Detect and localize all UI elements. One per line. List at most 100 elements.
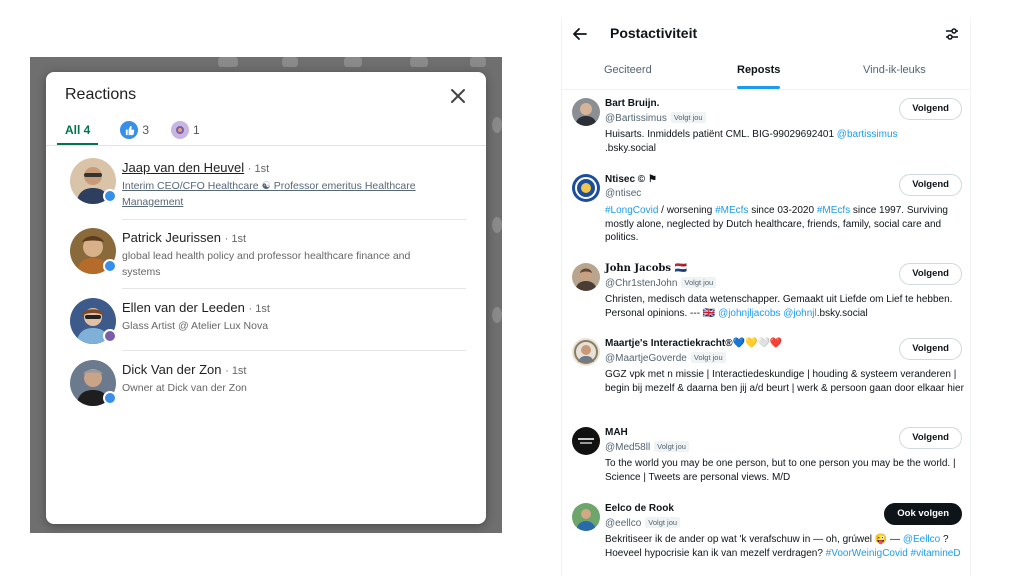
avatar[interactable]	[572, 174, 600, 202]
person-name-text: Jaap van den Heuvel	[122, 160, 245, 175]
user-cell[interactable]: Bart Bruijn. @Bartissimus Volgt jou Huisa…	[562, 98, 970, 158]
user-bio: GGZ vpk met n missie | Interactiedeskund…	[605, 369, 964, 394]
following-button[interactable]: Volgend	[899, 98, 962, 120]
bio-link[interactable]: @Eellco	[903, 534, 940, 545]
avatar[interactable]	[572, 338, 600, 366]
follow-back-button[interactable]: Ook volgen	[884, 503, 962, 525]
connection-degree: · 1st	[225, 365, 247, 377]
bio-link[interactable]: @johnjljacobs @johnjl	[718, 308, 817, 319]
follows-you-badge: Volgt jou	[690, 352, 726, 363]
person-name-text: Ellen van der Leeden	[122, 300, 245, 315]
nav-icon-ghost	[282, 57, 298, 67]
follows-you-badge: Volgt jou	[681, 277, 717, 288]
tab-quoted[interactable]: Geciteerd	[604, 64, 652, 76]
user-name[interactable]: Ntisec © ⚑	[605, 174, 657, 185]
list-item[interactable]: Ellen van der Leeden · 1st Glass Artist …	[70, 298, 466, 348]
person-headline[interactable]: Interim CEO/CFO Healthcare ☯ Professor e…	[122, 178, 442, 210]
side-avatar-ghost	[492, 307, 502, 323]
row-divider	[122, 219, 466, 220]
nav-icon-ghost	[218, 57, 238, 67]
user-handle: @ntisec	[605, 188, 642, 199]
follows-you-badge: Volgt jou	[645, 517, 681, 528]
bio-text: .bsky.social	[605, 142, 656, 154]
like-badge-icon	[103, 391, 117, 405]
hashtag-link[interactable]: #MEcfs	[817, 205, 850, 216]
avatar[interactable]	[572, 98, 600, 126]
user-cell[interactable]: Maartje's Interactiekracht®💙💛🤍❤️ @Maartj…	[562, 338, 970, 418]
bio-link[interactable]: @bartissimus	[837, 129, 898, 140]
back-arrow-icon[interactable]	[572, 26, 588, 42]
reactions-modal: Reactions All 4 3 1 Jaap van den Heuvel …	[46, 72, 486, 524]
activity-tabs: Geciteerd Reposts Vind-ik-leuks	[562, 58, 970, 90]
user-bio: Christen, medisch data wetenschapper. Ge…	[605, 293, 965, 320]
celebrate-badge-icon	[103, 329, 117, 343]
hashtag-link[interactable]: #MEcfs	[715, 205, 748, 216]
list-item[interactable]: Dick Van der Zon · 1st Owner at Dick van…	[70, 360, 466, 410]
user-cell[interactable]: MAH @Med58ll Volgt jou To the world you m…	[562, 427, 970, 493]
user-name[interactable]: MAH	[605, 427, 628, 438]
user-bio: Bekritiseer ik de ander op wat 'k verafs…	[605, 533, 965, 560]
tab-celebrate[interactable]: 1	[171, 116, 200, 144]
close-icon[interactable]	[448, 86, 468, 106]
avatar[interactable]	[572, 427, 600, 455]
tab-reposts[interactable]: Reposts	[737, 64, 781, 89]
user-name[interactable]: John Jacobs 🇳🇱	[605, 263, 687, 274]
follows-you-badge: Volgt jou	[670, 112, 706, 123]
settings-sliders-icon[interactable]	[944, 26, 960, 42]
post-activity-panel: Postactiviteit Geciteerd Reposts Vind-ik…	[561, 18, 971, 576]
tab-like-count: 3	[142, 123, 150, 137]
follows-you-badge: Volgt jou	[654, 441, 689, 452]
user-handle: @eellco Volgt jou	[605, 517, 681, 529]
user-cell[interactable]: Eelco de Rook @eellco Volgt jou Bekritise…	[562, 503, 970, 576]
user-handle: @Chr1stenJohn Volgt jou	[605, 277, 717, 289]
following-button[interactable]: Volgend	[899, 174, 962, 196]
avatar[interactable]	[572, 263, 600, 291]
user-handle-text: @MaartjeGoverde	[605, 353, 687, 364]
person-name[interactable]: Patrick Jeurissen · 1st	[122, 230, 246, 245]
tab-like[interactable]: 3	[120, 116, 149, 144]
tab-all-label: All 4	[65, 123, 91, 137]
user-bio: To the world you may be one person, but …	[605, 458, 956, 483]
reaction-tabs: All 4 3 1	[57, 116, 222, 145]
tab-celebrate-count: 1	[193, 123, 200, 137]
avatar[interactable]	[572, 503, 600, 531]
tabs-divider	[46, 145, 486, 146]
following-button[interactable]: Volgend	[899, 338, 962, 360]
user-handle: @Bartissimus Volgt jou	[605, 112, 706, 124]
page-title: Postactiviteit	[610, 25, 698, 41]
user-cell[interactable]: John Jacobs 🇳🇱 @Chr1stenJohn Volgt jou Ch…	[562, 263, 970, 329]
list-item[interactable]: Jaap van den Heuvel · 1st Interim CEO/CF…	[70, 158, 466, 214]
user-bio: Huisarts. Inmiddels patiënt CML. BIG-990…	[605, 128, 965, 155]
person-name-text: Dick Van der Zon	[122, 362, 222, 377]
nav-icon-ghost	[470, 57, 486, 67]
person-name[interactable]: Ellen van der Leeden · 1st	[122, 300, 270, 315]
like-icon	[120, 121, 139, 139]
side-avatar-ghost	[492, 217, 502, 233]
user-name[interactable]: Eelco de Rook	[605, 503, 674, 514]
following-button[interactable]: Volgend	[899, 427, 962, 449]
user-name[interactable]: Maartje's Interactiekracht®💙💛🤍❤️	[605, 338, 782, 349]
tab-all[interactable]: All 4	[57, 116, 99, 145]
celebrate-icon	[171, 121, 190, 139]
user-bio: #LongCovid / worsening #MEcfs since 03-2…	[605, 204, 965, 245]
person-name[interactable]: Jaap van den Heuvel · 1st	[122, 160, 269, 175]
connection-degree: · 1st	[248, 303, 270, 315]
user-handle: @MaartjeGoverde Volgt jou	[605, 352, 726, 364]
following-button[interactable]: Volgend	[899, 263, 962, 285]
panel-header: Postactiviteit	[562, 18, 970, 52]
user-handle-text: @Med58ll	[605, 442, 651, 453]
user-cell[interactable]: Ntisec © ⚑ @ntisec #LongCovid / worsenin…	[562, 174, 970, 254]
hashtag-link[interactable]: #LongCovid	[605, 205, 658, 216]
list-item[interactable]: Patrick Jeurissen · 1st global lead heal…	[70, 228, 466, 284]
hashtag-link[interactable]: #VoorWeinigCovid #vitamineD	[826, 548, 961, 559]
person-headline: global lead health policy and professor …	[122, 250, 411, 278]
bio-text: Huisarts. Inmiddels patiënt CML. BIG-990…	[605, 129, 837, 140]
connection-degree: · 1st	[224, 233, 247, 245]
bio-text: / worsening	[658, 205, 716, 216]
user-handle-text: @eellco	[605, 518, 642, 529]
user-name[interactable]: Bart Bruijn.	[605, 98, 659, 109]
tab-likes[interactable]: Vind-ik-leuks	[863, 64, 926, 76]
person-name[interactable]: Dick Van der Zon · 1st	[122, 362, 247, 377]
user-handle-text: @Chr1stenJohn	[605, 278, 678, 289]
nav-icon-ghost	[344, 57, 362, 67]
